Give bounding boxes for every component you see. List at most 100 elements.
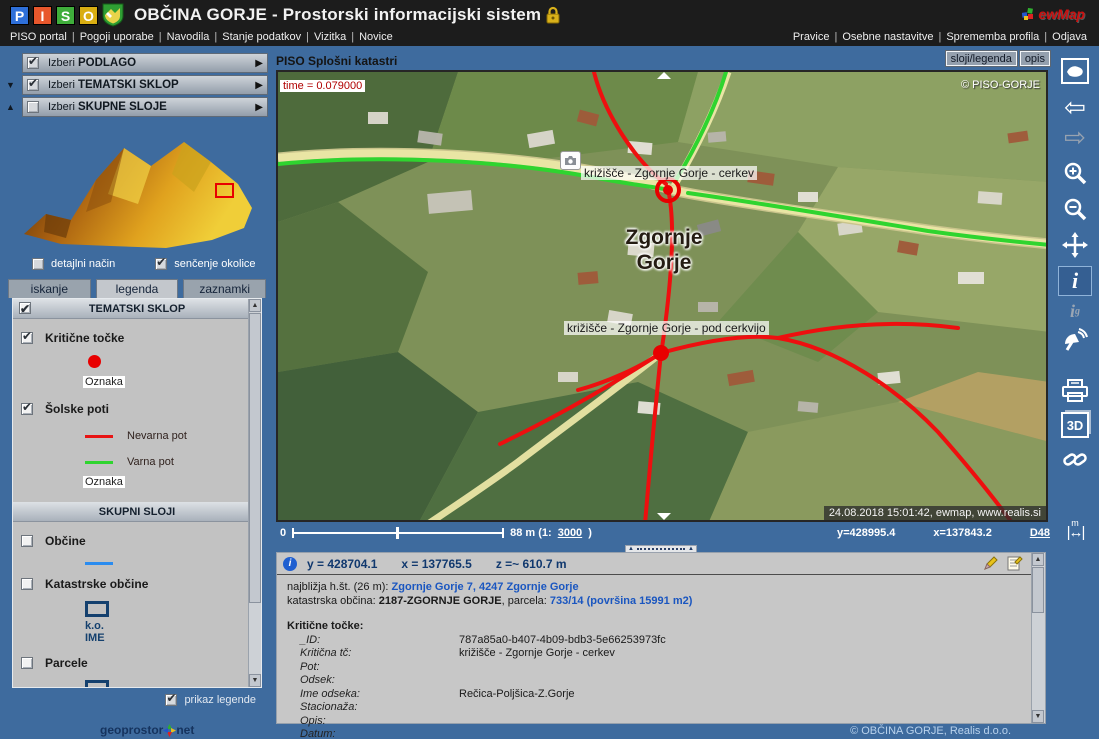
menu-pogoji-uporabe[interactable]: Pogoji uporabe bbox=[80, 31, 154, 43]
detajlni-nacin-option[interactable]: detajlni način bbox=[32, 258, 115, 270]
parcele-polygon-symbol bbox=[85, 680, 109, 688]
legend-group-skupni: SKUPNI SLOJI bbox=[13, 502, 261, 522]
oznaka-chip: Oznaka bbox=[83, 376, 125, 388]
photo-marker-icon[interactable] bbox=[560, 151, 581, 170]
accordion-expand-icon[interactable]: ▶ bbox=[255, 102, 263, 113]
layer-kriticne-tocke: Kritične točke bbox=[21, 331, 261, 345]
podlago-checkbox[interactable] bbox=[27, 57, 39, 69]
legend-panel: TEMATSKI SKLOP Kritične točke Oznaka Šol… bbox=[12, 298, 262, 688]
opis-button[interactable]: opis bbox=[1020, 51, 1050, 66]
info-panel-body: najbližja h.št. (26 m): Zgornje Gorje 7,… bbox=[277, 575, 1045, 739]
pan-button[interactable] bbox=[1058, 230, 1092, 260]
tab-zaznamki[interactable]: zaznamki bbox=[183, 279, 266, 298]
pan-north-arrow[interactable] bbox=[657, 72, 671, 79]
zoom-out-button[interactable] bbox=[1058, 194, 1092, 224]
layer-obcine: Občine bbox=[21, 534, 261, 548]
terrain-3d-image bbox=[16, 122, 260, 255]
terrain-options: detajlni način senčenje okolice bbox=[6, 258, 268, 270]
sencenje-okolice-checkbox[interactable] bbox=[155, 258, 167, 270]
sencenje-okolice-option[interactable]: senčenje okolice bbox=[155, 258, 255, 270]
forward-view-button[interactable]: ⇨ bbox=[1058, 122, 1092, 152]
scroll-up-icon[interactable]: ▲ bbox=[1032, 553, 1044, 566]
share-link-button[interactable] bbox=[1058, 444, 1092, 474]
menu-pravice[interactable]: Pravice bbox=[793, 31, 830, 43]
footer: geoprostor net © OBČINA GORJE, Realis d.… bbox=[0, 722, 1099, 739]
prikaz-legende-checkbox[interactable] bbox=[165, 694, 177, 706]
measure-button[interactable]: m |↔| bbox=[1058, 514, 1092, 544]
menu-sprememba-profila[interactable]: Sprememba profila bbox=[946, 31, 1039, 43]
solske-poti-checkbox[interactable] bbox=[21, 403, 33, 415]
edit-pencil-icon[interactable] bbox=[983, 555, 999, 571]
full-extent-button[interactable] bbox=[1058, 56, 1092, 86]
identify-tool-button-active[interactable]: i bbox=[1058, 266, 1092, 296]
ewmap-label: ewMap bbox=[1038, 6, 1085, 22]
view-3d-button[interactable]: 3D bbox=[1061, 412, 1089, 438]
scale-distance-label: 88 m (1: bbox=[510, 527, 552, 539]
menu-osebne-nastavitve[interactable]: Osebne nastavitve bbox=[842, 31, 933, 43]
legend-scroll-thumb[interactable] bbox=[249, 313, 261, 603]
crs-link[interactable]: D48 bbox=[1030, 527, 1050, 539]
accordion-toggle-icon[interactable]: ▼ bbox=[6, 80, 22, 90]
gps-button[interactable] bbox=[1058, 326, 1092, 356]
legend-group-title: SKUPNI SLOJI bbox=[99, 506, 175, 518]
accordion-expand-icon[interactable]: ▶ bbox=[255, 80, 263, 91]
menu-vizitka[interactable]: Vizitka bbox=[314, 31, 346, 43]
layer-label: Občine bbox=[45, 534, 86, 548]
detajlni-nacin-checkbox[interactable] bbox=[32, 258, 44, 270]
menu-piso-portal[interactable]: PISO portal bbox=[10, 31, 67, 43]
accordion-expand-icon[interactable]: ▶ bbox=[255, 58, 263, 69]
prikaz-legende-option[interactable]: prikaz legende bbox=[6, 694, 256, 706]
parcel-link[interactable]: 733/14 (površina 15991 m2) bbox=[550, 595, 692, 607]
scroll-up-icon[interactable]: ▲ bbox=[249, 299, 261, 312]
sloji-legenda-button[interactable]: sloji/legenda bbox=[946, 51, 1017, 66]
cursor-coord-y: y=428995.4 bbox=[837, 527, 895, 539]
zoom-in-button[interactable] bbox=[1058, 158, 1092, 188]
menu-novice[interactable]: Novice bbox=[359, 31, 393, 43]
pan-south-arrow[interactable] bbox=[657, 513, 671, 520]
accordion-toggle-icon[interactable]: ▲ bbox=[6, 102, 22, 112]
piso-app: P I S O OBČINA GORJE - Prostorski inform… bbox=[0, 0, 1099, 739]
menu-navodila[interactable]: Navodila bbox=[167, 31, 210, 43]
oznaka-chip: Oznaka bbox=[83, 476, 125, 488]
print-button[interactable] bbox=[1058, 376, 1092, 406]
tab-legenda[interactable]: legenda bbox=[96, 279, 179, 298]
tematski-checkbox[interactable] bbox=[27, 79, 39, 91]
attribute-row: Odsek: bbox=[287, 674, 1035, 688]
clicked-coordinates: y = 428704.1x = 137765.5z =~ 610.7 m bbox=[307, 557, 591, 571]
layer-katastrske-obcine: Katastrske občine bbox=[21, 577, 261, 591]
address-link[interactable]: Zgornje Gorje 7, 4247 Zgornje Gorje bbox=[392, 581, 579, 593]
accordion-podlago-header[interactable]: Izberi PODLAGO ▶ bbox=[22, 53, 268, 73]
prikaz-legende-label: prikaz legende bbox=[184, 694, 256, 706]
ime-symbol-text: IME bbox=[85, 632, 261, 644]
geoprostor-icon bbox=[163, 724, 176, 737]
terrain-3d-preview[interactable] bbox=[16, 122, 260, 255]
menu-odjava[interactable]: Odjava bbox=[1052, 31, 1087, 43]
cadastral-municipality: 2187-ZGORNJE GORJE bbox=[379, 595, 502, 607]
geoprostor-logo[interactable]: geoprostor net bbox=[100, 723, 194, 737]
map-viewport[interactable]: time = 0.079000 © PISO-GORJE križišče - … bbox=[276, 70, 1048, 522]
menu-separator: | bbox=[159, 31, 162, 43]
tematski-group-checkbox[interactable] bbox=[19, 302, 31, 314]
tab-iskanje[interactable]: iskanje bbox=[8, 279, 91, 298]
scroll-down-icon[interactable]: ▼ bbox=[249, 674, 261, 687]
info-panel-scrollbar[interactable]: ▲ ▼ bbox=[1031, 553, 1045, 723]
accordion-tematski-header[interactable]: Izberi TEMATSKI SKLOP ▶ bbox=[22, 75, 268, 95]
panel-splitter[interactable]: ▲ ▲ bbox=[625, 545, 697, 553]
accordion-skupne-header[interactable]: Izberi SKUPNE SLOJE ▶ bbox=[22, 97, 268, 117]
attribute-row: Stacionaža: bbox=[287, 701, 1035, 715]
menu-stanje-podatkov[interactable]: Stanje podatkov bbox=[222, 31, 301, 43]
katastrske-checkbox[interactable] bbox=[21, 578, 33, 590]
skupne-checkbox[interactable] bbox=[27, 101, 39, 113]
back-view-button[interactable]: ⇦ bbox=[1058, 92, 1092, 122]
map-label-krizisce-cerkev: križišče - Zgornje Gorje - cerkev bbox=[581, 166, 757, 180]
scale-value-link[interactable]: 3000 bbox=[558, 527, 582, 539]
accordion-skupne-sloje: ▲ Izberi SKUPNE SLOJE ▶ bbox=[6, 97, 268, 117]
sidebar-tabs: iskanje legenda zaznamki bbox=[8, 279, 266, 298]
legend-scrollbar[interactable]: ▲ ▼ bbox=[248, 299, 261, 687]
identify-group-tool-button[interactable]: ig bbox=[1058, 296, 1092, 326]
info-scroll-thumb[interactable] bbox=[1032, 567, 1044, 613]
parcele-checkbox[interactable] bbox=[21, 657, 33, 669]
obcine-checkbox[interactable] bbox=[21, 535, 33, 547]
notes-icon[interactable] bbox=[1007, 555, 1023, 571]
kriticne-tocke-checkbox[interactable] bbox=[21, 332, 33, 344]
